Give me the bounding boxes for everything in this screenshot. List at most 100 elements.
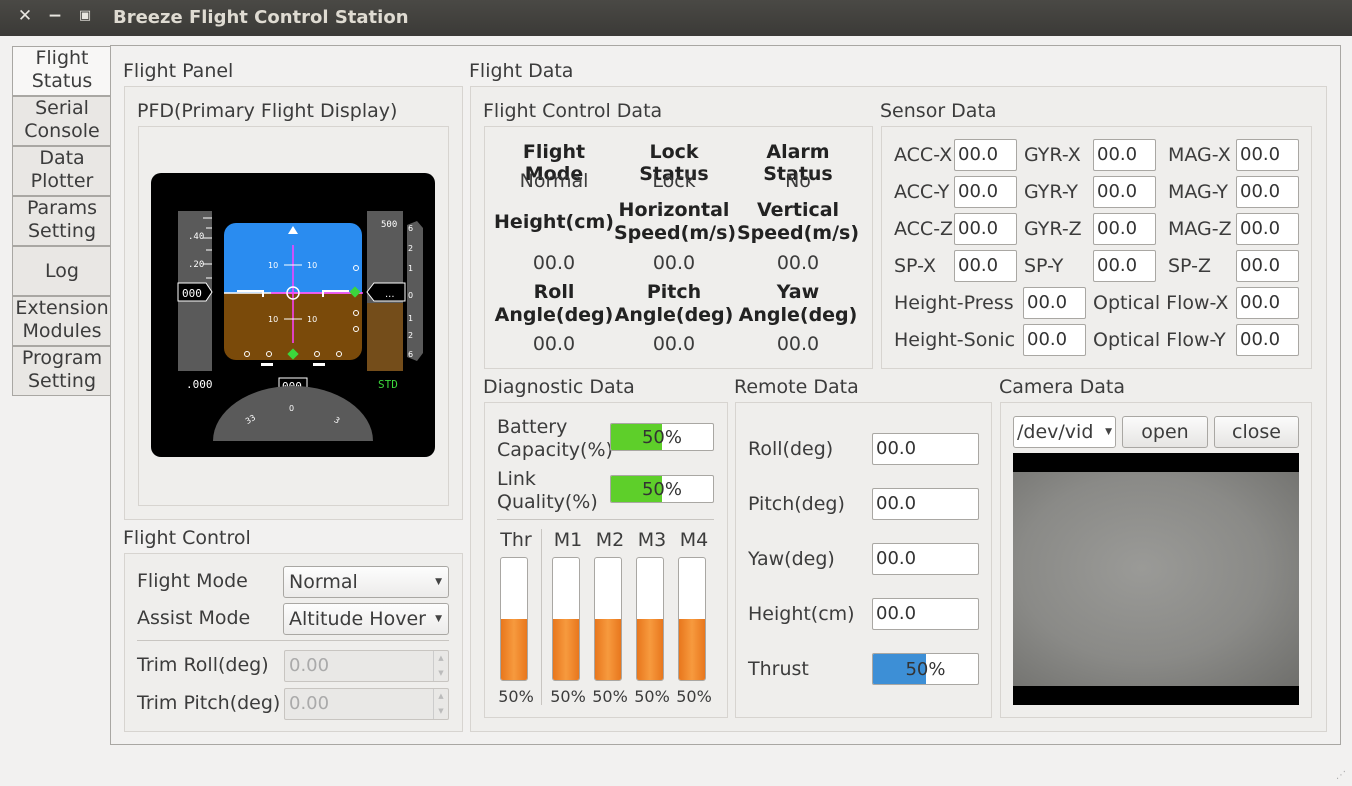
remote-roll-label: Roll(deg)	[748, 438, 834, 460]
tab-label: Data	[39, 147, 85, 169]
tab-extension-modules[interactable]: Extension Modules	[12, 296, 112, 346]
acc-x-field[interactable]: 00.0	[954, 139, 1017, 171]
m3-label: M3	[637, 529, 667, 551]
gyr-x-label: GYR-X	[1024, 144, 1081, 166]
m3-fill	[637, 619, 663, 680]
height-press-field[interactable]: 00.0	[1023, 287, 1086, 319]
acc-y-field[interactable]: 00.0	[954, 176, 1017, 208]
m1-fill	[553, 619, 579, 680]
remote-height-field[interactable]: 00.0	[872, 598, 979, 630]
tab-flight-status[interactable]: Flight Status	[12, 46, 111, 96]
spin-up-icon[interactable]: ▲	[433, 651, 448, 666]
height-value: 00.0	[532, 252, 576, 274]
tab-program-setting[interactable]: Program Setting	[12, 346, 112, 396]
assist-mode-label: Assist Mode	[137, 607, 251, 629]
tab-params-setting[interactable]: Params Setting	[12, 196, 112, 246]
horizontal-speed-header: Horizontal Speed(m/s)	[614, 199, 737, 245]
spin-up-icon[interactable]: ▲	[433, 689, 448, 704]
horizontal-speed-header-line1: Horizontal	[618, 199, 730, 221]
svg-text:1: 1	[408, 264, 413, 273]
tab-serial-console[interactable]: Serial Console	[12, 96, 112, 146]
trim-roll-value: 0.00	[289, 655, 330, 676]
link-progress: 50%	[610, 475, 714, 503]
resize-grip-icon[interactable]: ⋰	[1336, 770, 1348, 782]
sp-y-label: SP-Y	[1024, 255, 1064, 277]
remote-height-label: Height(cm)	[748, 603, 855, 625]
trim-pitch-label: Trim Pitch(deg)	[137, 692, 281, 714]
gyr-y-field[interactable]: 00.0	[1093, 176, 1156, 208]
assist-mode-select[interactable]: Altitude Hover ▼	[283, 603, 449, 635]
mag-y-field[interactable]: 00.0	[1236, 176, 1299, 208]
gyr-z-field[interactable]: 00.0	[1093, 213, 1156, 245]
pfd-baro: .000	[186, 378, 213, 391]
spin-down-icon[interactable]: ▼	[433, 666, 448, 681]
tab-data-plotter[interactable]: Data Plotter	[12, 146, 112, 196]
pitch-angle-header: Pitch Angle(deg)	[614, 281, 734, 327]
horizontal-speed-value: 00.0	[652, 252, 696, 274]
mag-z-label: MAG-Z	[1168, 218, 1232, 240]
spin-down-icon[interactable]: ▼	[433, 704, 448, 719]
close-window-icon[interactable]: ✕	[15, 6, 35, 26]
height-sonic-field[interactable]: 00.0	[1023, 324, 1086, 356]
svg-text:10: 10	[268, 315, 278, 324]
vertical-speed-header-line1: Vertical	[756, 199, 840, 221]
flight-mode-select[interactable]: Normal ▼	[283, 566, 449, 598]
gyr-x-field[interactable]: 00.0	[1093, 139, 1156, 171]
remote-yaw-field[interactable]: 00.0	[872, 543, 979, 575]
trim-pitch-spinbox[interactable]: 0.00 ▲ ▼	[284, 688, 449, 720]
flight-control-title: Flight Control	[123, 527, 251, 549]
pfd-std: STD	[378, 378, 398, 391]
divider	[137, 640, 449, 641]
remote-pitch-field[interactable]: 00.0	[872, 488, 979, 520]
svg-text:6: 6	[408, 350, 413, 359]
sp-z-field[interactable]: 00.0	[1236, 250, 1299, 282]
trim-pitch-value: 0.00	[289, 693, 330, 714]
camera-device-select[interactable]: /dev/vid ▼	[1013, 416, 1116, 448]
mag-x-field[interactable]: 00.0	[1236, 139, 1299, 171]
acc-z-field[interactable]: 00.0	[954, 213, 1017, 245]
tab-label: Serial	[35, 97, 89, 119]
flight-panel-title: Flight Panel	[123, 60, 234, 82]
acc-x-label: ACC-X	[894, 144, 953, 166]
tab-label: Program	[21, 347, 103, 369]
m3-value: 50%	[634, 687, 670, 706]
svg-text:0: 0	[408, 291, 413, 300]
trim-roll-label: Trim Roll(deg)	[137, 654, 269, 676]
pitch-angle-header-line2: Angle(deg)	[614, 304, 734, 326]
flight-data-title: Flight Data	[469, 60, 574, 82]
remote-roll-field[interactable]: 00.0	[872, 433, 979, 465]
optical-flow-y-label: Optical Flow-Y	[1093, 329, 1226, 351]
battery-label-line1: Battery	[497, 416, 568, 438]
acc-z-label: ACC-Z	[894, 218, 954, 240]
optical-flow-y-field[interactable]: 00.0	[1236, 324, 1299, 356]
vertical-speed-header: Vertical Speed(m/s)	[734, 199, 862, 245]
m4-label: M4	[679, 529, 709, 551]
thrust-label: Thrust	[748, 658, 809, 680]
tab-log-blocks[interactable]: Log Blocks	[12, 246, 112, 330]
m1-value: 50%	[550, 687, 586, 706]
svg-text:2: 2	[408, 331, 413, 340]
trim-roll-spinbox[interactable]: 0.00 ▲ ▼	[284, 650, 449, 682]
battery-text: 50%	[641, 427, 682, 448]
optical-flow-x-label: Optical Flow-X	[1093, 292, 1229, 314]
tab-label: Extension	[15, 297, 109, 319]
camera-open-button[interactable]: open	[1122, 416, 1208, 448]
link-label-line2: Quality(%)	[497, 491, 598, 513]
yaw-angle-header: Yaw Angle(deg)	[734, 281, 862, 327]
optical-flow-x-field[interactable]: 00.0	[1236, 287, 1299, 319]
maximize-window-icon[interactable]: ▣	[75, 8, 95, 23]
mag-z-field[interactable]: 00.0	[1236, 213, 1299, 245]
m2-bar	[594, 557, 622, 681]
flight-mode-label: Flight Mode	[137, 570, 248, 592]
camera-device-value: /dev/vid	[1017, 421, 1094, 443]
m2-fill	[595, 619, 621, 680]
minimize-window-icon[interactable]: −	[45, 6, 65, 26]
remote-yaw-label: Yaw(deg)	[748, 548, 835, 570]
camera-close-button[interactable]: close	[1214, 416, 1299, 448]
horizontal-speed-header-line2: Speed(m/s)	[614, 222, 737, 244]
flight-mode-value: Normal	[519, 170, 589, 192]
sp-x-field[interactable]: 00.0	[954, 250, 1017, 282]
pfd-alt-top: 500	[381, 220, 397, 230]
sp-y-field[interactable]: 00.0	[1093, 250, 1156, 282]
thrust-text: 50%	[905, 659, 946, 680]
